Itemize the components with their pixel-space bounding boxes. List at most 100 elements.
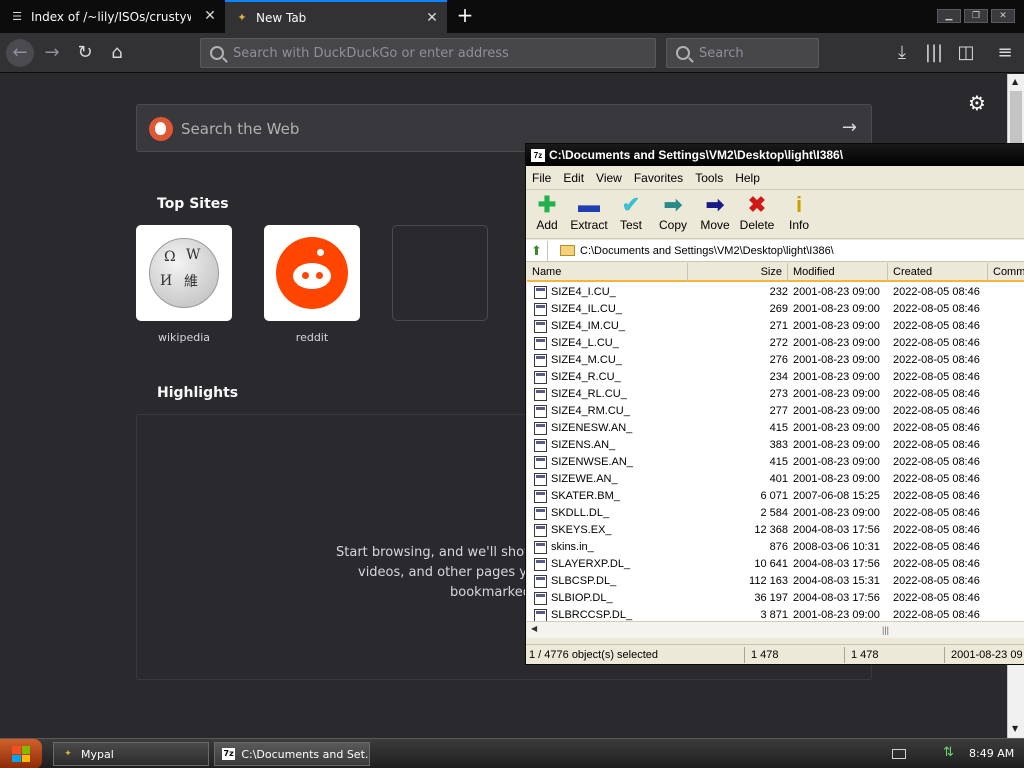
reload-icon[interactable]: ↻: [71, 39, 99, 67]
search-input[interactable]: [699, 45, 818, 61]
tab-close-icon[interactable]: ✕: [425, 11, 439, 25]
file-size: 2 584: [760, 507, 788, 519]
file-created: 2022-08-05 08:46: [893, 439, 980, 451]
table-row[interactable]: SLBIOP.DL_ 36 197 2004-08-03 17:56 2022-08-…: [527, 590, 1024, 607]
file-icon: [534, 541, 547, 554]
network-icon[interactable]: ⇅: [943, 746, 957, 760]
web-search-input[interactable]: [181, 117, 821, 141]
file-size: 876: [769, 541, 788, 553]
table-row[interactable]: SIZENWSE.AN_ 415 2001-08-23 09:00 2022-08-0…: [527, 454, 1024, 471]
up-folder-icon[interactable]: ⬆: [526, 240, 548, 261]
horizontal-scrollbar[interactable]: ◀ |||: [527, 621, 1024, 638]
menu-view[interactable]: View: [590, 171, 628, 185]
duckduckgo-icon: [149, 117, 173, 141]
path-bar[interactable]: ⬆ C:\Documents and Settings\VM2\Desktop\…: [526, 240, 1024, 262]
table-row[interactable]: SKATER.BM_ 6 071 2007-06-08 15:25 2022-08-0…: [527, 488, 1024, 505]
search-go-arrow-icon[interactable]: →: [842, 117, 857, 139]
file-name: SIZE4_RM.CU_: [551, 405, 630, 417]
search-bar[interactable]: [666, 38, 819, 68]
scroll-up-arrow-icon[interactable]: ▲: [1012, 77, 1018, 86]
file-icon: [534, 337, 547, 350]
file-size: 272: [769, 337, 788, 349]
new-tab-plus-icon[interactable]: +: [454, 5, 476, 27]
info-button[interactable]: i Info: [778, 192, 820, 238]
restore-icon[interactable]: ❐: [964, 9, 988, 23]
7zip-title-bar[interactable]: 7z C:\Documents and Settings\VM2\Desktop…: [526, 144, 1024, 166]
top-site-empty[interactable]: [392, 225, 488, 321]
column-comment[interactable]: Comm: [988, 263, 1024, 282]
forward-arrow-icon[interactable]: →: [38, 39, 66, 67]
table-row[interactable]: SIZE4_IM.CU_ 271 2001-08-23 09:00 2022-08-0…: [527, 318, 1024, 335]
move-button[interactable]: ➡ Move: [694, 192, 736, 238]
table-row[interactable]: SIZE4_RL.CU_ 273 2001-08-23 09:00 2022-08-0…: [527, 386, 1024, 403]
file-icon: [534, 388, 547, 401]
column-name[interactable]: Name: [527, 263, 688, 282]
start-button[interactable]: [0, 739, 42, 768]
taskbar: ✦ Mypal 7z C:\Documents and Set... ⇅ 8:4…: [0, 738, 1024, 768]
mypal-favicon-icon: ✦: [237, 11, 247, 24]
test-button[interactable]: ✔ Test: [610, 192, 652, 238]
tab-close-icon[interactable]: ✕: [203, 9, 217, 23]
extract-button[interactable]: ▬ Extract: [568, 192, 610, 238]
copy-button[interactable]: ➡ Copy: [652, 192, 694, 238]
menu-help[interactable]: Help: [729, 171, 766, 185]
table-row[interactable]: SIZE4_IL.CU_ 269 2001-08-23 09:00 2022-08-0…: [527, 301, 1024, 318]
scrollbar-thumb[interactable]: [1010, 91, 1022, 147]
sidebar-icon[interactable]: ◫: [952, 39, 980, 67]
file-modified: 2001-08-23 09:00: [793, 303, 880, 315]
top-site-wikipedia[interactable]: Ω W И 維: [136, 225, 232, 321]
column-modified[interactable]: Modified: [788, 263, 888, 282]
scrollbar-grip-icon[interactable]: |||: [882, 625, 889, 635]
table-row[interactable]: SIZE4_R.CU_ 234 2001-08-23 09:00 2022-08-05…: [527, 369, 1024, 386]
file-modified: 2001-08-23 09:00: [793, 507, 880, 519]
table-row[interactable]: SLAYERXP.DL_ 10 641 2004-08-03 17:56 2022-0…: [527, 556, 1024, 573]
column-created[interactable]: Created: [888, 263, 988, 282]
top-sites-heading: Top Sites: [157, 196, 229, 212]
file-list-header: Name Size Modified Created Comm: [527, 263, 1024, 282]
top-site-reddit[interactable]: [264, 225, 360, 321]
scroll-down-arrow-icon[interactable]: ▼: [1012, 724, 1018, 733]
downloads-icon[interactable]: ⤓: [888, 39, 916, 67]
menu-hamburger-icon[interactable]: ≡: [991, 39, 1019, 67]
top-site-label: reddit: [295, 331, 329, 344]
file-created: 2022-08-05 08:46: [893, 388, 980, 400]
table-row[interactable]: SIZENESW.AN_ 415 2001-08-23 09:00 2022-08-0…: [527, 420, 1024, 437]
clock[interactable]: 8:49 AM: [969, 747, 1014, 760]
table-row[interactable]: SLBCSP.DL_ 112 163 2004-08-03 15:31 2022-08…: [527, 573, 1024, 590]
add-button[interactable]: ✚ Add: [526, 192, 568, 238]
taskbar-item-7zip[interactable]: 7z C:\Documents and Set...: [214, 742, 370, 766]
file-icon: [534, 286, 547, 299]
keyboard-icon[interactable]: [892, 749, 906, 759]
table-row[interactable]: SIZEWE.AN_ 401 2001-08-23 09:00 2022-08-05 …: [527, 471, 1024, 488]
back-arrow-icon[interactable]: ←: [6, 39, 34, 67]
file-name: SIZENWSE.AN_: [551, 456, 633, 468]
close-window-icon[interactable]: ✕: [991, 9, 1015, 23]
tab-index[interactable]: ☰ Index of /~lily/ISOs/crustywindow ✕: [0, 0, 225, 33]
settings-gear-icon[interactable]: ⚙: [966, 92, 988, 114]
menu-file[interactable]: File: [526, 171, 557, 185]
table-row[interactable]: skins.in_ 876 2008-03-06 10:31 2022-08-05 0…: [527, 539, 1024, 556]
url-input[interactable]: [233, 45, 655, 61]
menu-tools[interactable]: Tools: [689, 171, 729, 185]
table-row[interactable]: SIZE4_RM.CU_ 277 2001-08-23 09:00 2022-08-0…: [527, 403, 1024, 420]
url-bar[interactable]: [200, 38, 656, 68]
table-row[interactable]: SIZE4_I.CU_ 232 2001-08-23 09:00 2022-08-05…: [527, 284, 1024, 301]
tab-new-tab[interactable]: ✦ New Tab ✕: [225, 0, 447, 33]
table-row[interactable]: SLBRCCSP.DL_ 3 871 2001-08-23 09:00 2022-08…: [527, 607, 1024, 621]
column-size[interactable]: Size: [688, 263, 788, 282]
table-row[interactable]: SKDLL.DL_ 2 584 2001-08-23 09:00 2022-08-05…: [527, 505, 1024, 522]
menu-favorites[interactable]: Favorites: [628, 171, 689, 185]
minimize-icon[interactable]: ▁: [937, 9, 961, 23]
scroll-left-arrow-icon[interactable]: ◀: [531, 624, 537, 633]
table-row[interactable]: SKEYS.EX_ 12 368 2004-08-03 17:56 2022-08-0…: [527, 522, 1024, 539]
taskbar-item-mypal[interactable]: ✦ Mypal: [53, 742, 209, 766]
library-icon[interactable]: |||: [920, 39, 948, 67]
table-row[interactable]: SIZE4_L.CU_ 272 2001-08-23 09:00 2022-08-05…: [527, 335, 1024, 352]
table-row[interactable]: SIZENS.AN_ 383 2001-08-23 09:00 2022-08-05 …: [527, 437, 1024, 454]
home-icon[interactable]: ⌂: [103, 39, 131, 67]
file-modified: 2007-06-08 15:25: [793, 490, 880, 502]
table-row[interactable]: SIZE4_M.CU_ 276 2001-08-23 09:00 2022-08-05…: [527, 352, 1024, 369]
menu-edit[interactable]: Edit: [557, 171, 590, 185]
delete-button[interactable]: ✖ Delete: [736, 192, 778, 238]
file-modified: 2001-08-23 09:00: [793, 439, 880, 451]
